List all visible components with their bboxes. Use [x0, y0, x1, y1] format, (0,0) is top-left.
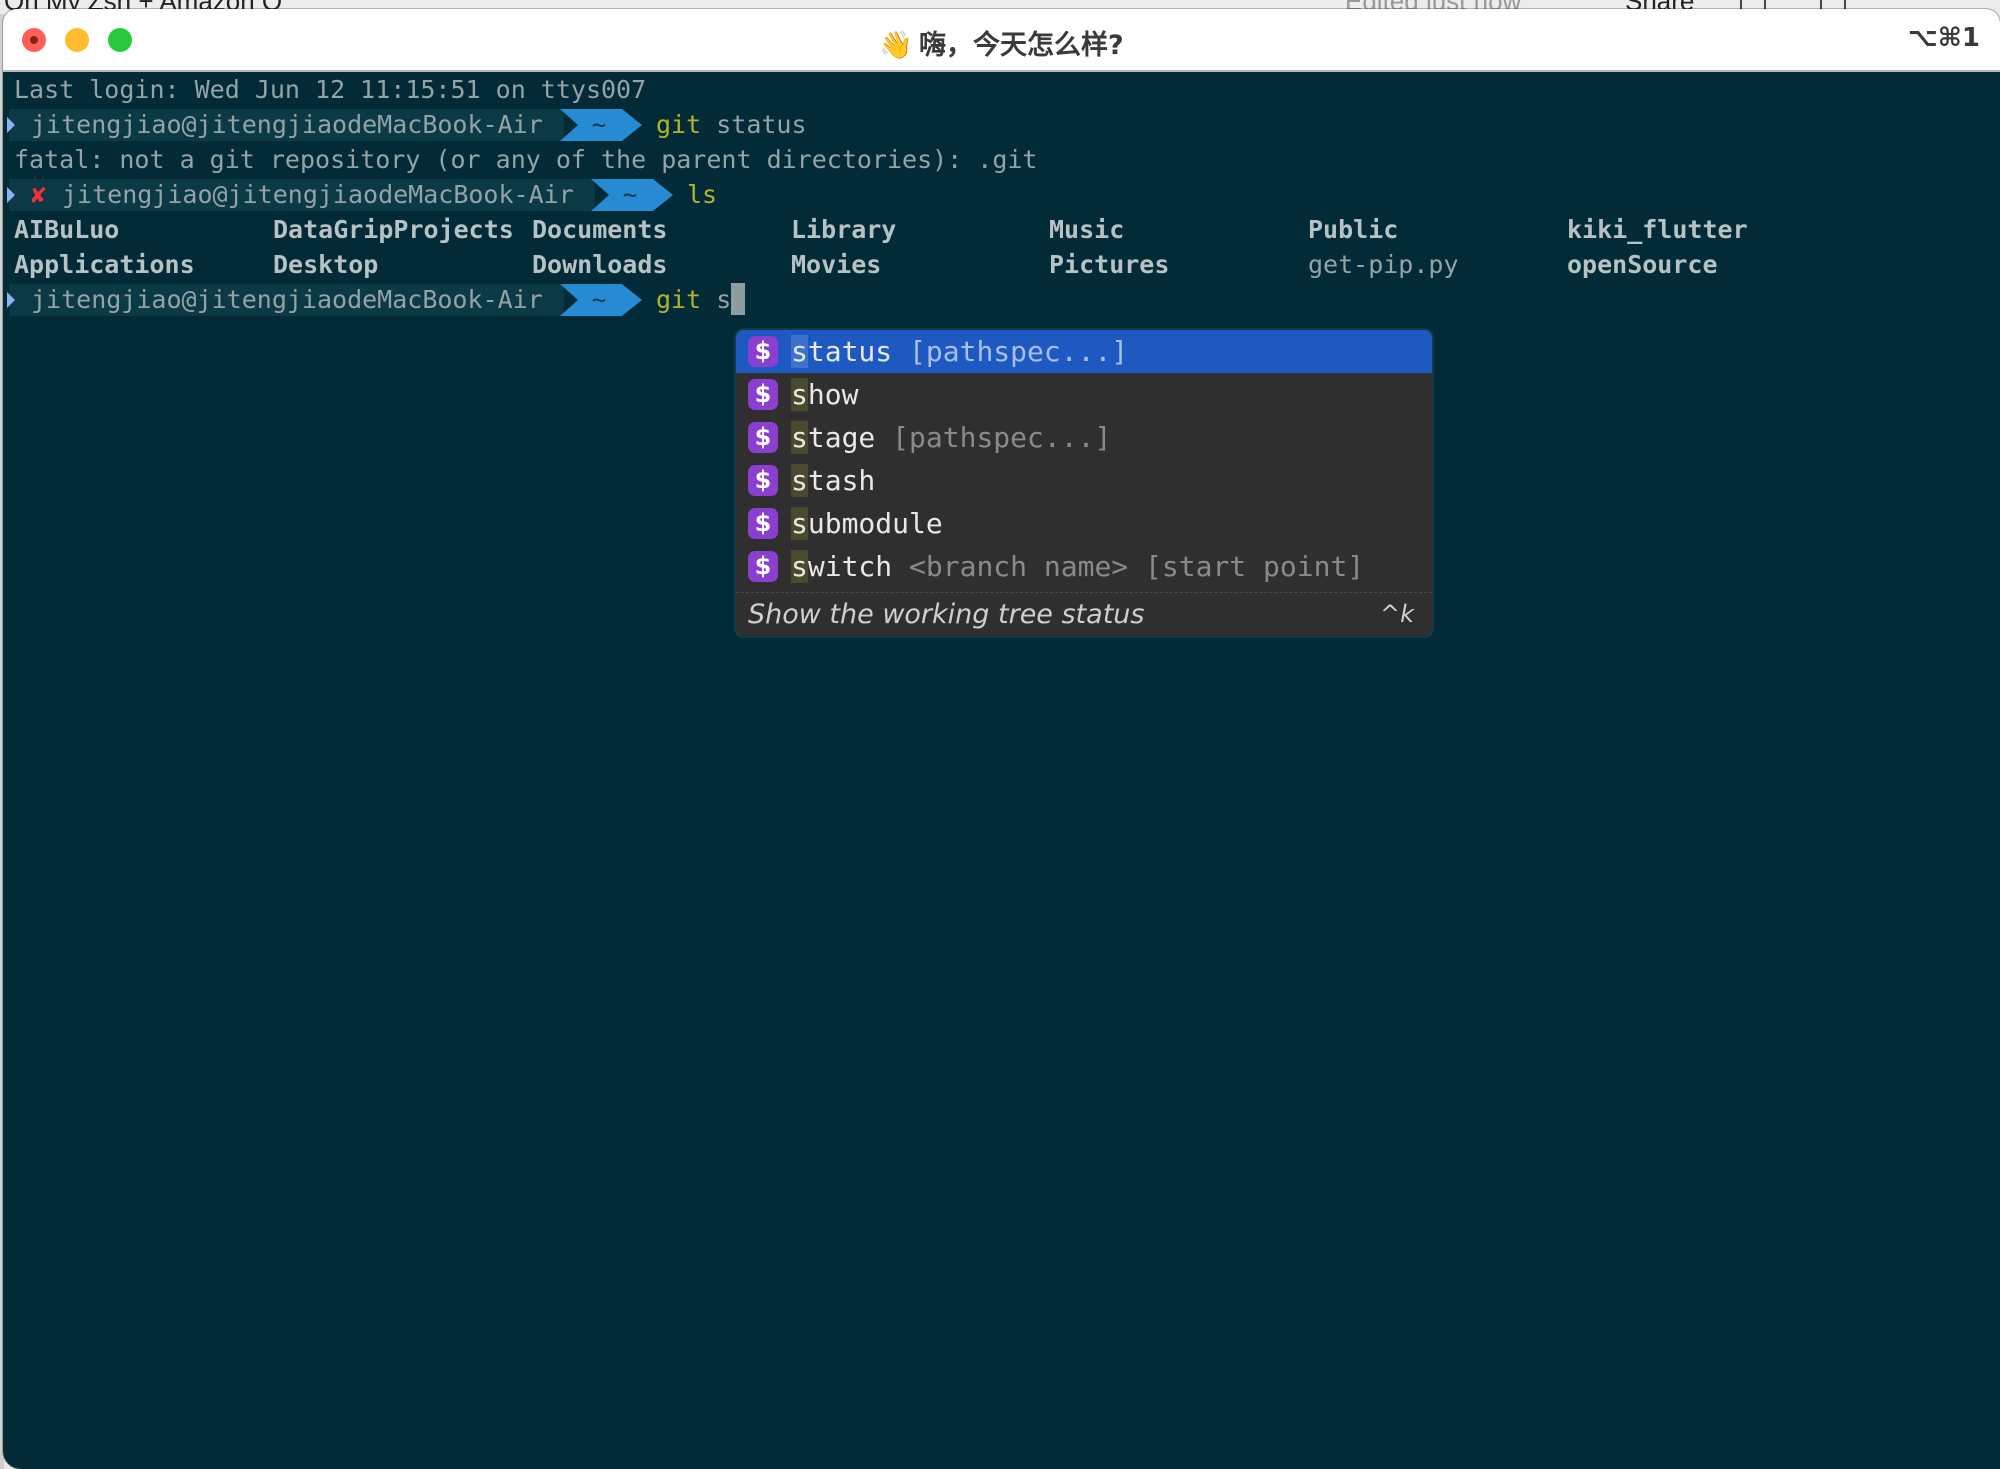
- prompt-marker-icon: [7, 292, 15, 308]
- suggestion-label: stage [pathspec...]: [791, 421, 1112, 454]
- command-dollar-icon: $: [748, 336, 778, 367]
- command-dollar-icon: $: [748, 422, 778, 453]
- prompt-dir-segment: ~: [591, 179, 673, 211]
- suggestion-stage[interactable]: $ stage [pathspec...]: [736, 416, 1432, 459]
- ls-entry: Movies: [791, 250, 882, 279]
- ls-entry: Pictures: [1049, 250, 1170, 279]
- command-name: ls: [687, 180, 718, 209]
- command-dollar-icon: $: [748, 465, 778, 496]
- command-dollar-icon: $: [748, 508, 778, 539]
- prompt-dir-segment: ~: [560, 109, 642, 141]
- suggestion-description: Show the working tree status: [748, 599, 1145, 630]
- command-name: git: [656, 110, 702, 139]
- command-args: s: [716, 285, 732, 314]
- suggestion-switch[interactable]: $ switch <branch name> [start point]: [736, 545, 1432, 588]
- error-x-icon: ✘: [31, 180, 47, 209]
- prompt-dir: ~: [591, 286, 607, 314]
- suggestion-label: stash: [791, 464, 876, 497]
- ls-entry: Desktop: [273, 250, 379, 279]
- suggestion-label: show: [791, 378, 859, 411]
- ls-entry-file: get-pip.py: [1308, 250, 1459, 279]
- suggestion-params: [pathspec...]: [909, 335, 1129, 368]
- prompt-command: git status: [656, 107, 807, 142]
- suggestion-label: switch <branch name> [start point]: [791, 550, 1365, 583]
- window-title: 👋 嗨，今天怎么样?: [3, 23, 2000, 62]
- suggestion-params: [pathspec...]: [892, 421, 1112, 454]
- command-name: git: [656, 285, 702, 314]
- last-login-line: Last login: Wed Jun 12 11:15:51 on ttys0…: [14, 75, 647, 104]
- suggestion-label: submodule: [791, 507, 943, 540]
- prompt-command: ls: [687, 177, 717, 212]
- ls-entry: Documents: [532, 215, 668, 244]
- window-shortcut: ⌥⌘1: [1907, 23, 1980, 53]
- prompt-dir-segment: ~: [560, 284, 642, 316]
- terminal-window: 👋 嗨，今天怎么样? ⌥⌘1 Last login: Wed Jun 12 11:…: [3, 9, 2000, 1469]
- ls-entry: AIBuLuo: [14, 215, 120, 244]
- window-title-text: 嗨，今天怎么样?: [918, 30, 1124, 61]
- prompt-dir: ~: [591, 111, 607, 139]
- command-args: status: [716, 110, 807, 139]
- prompt-marker-icon: [7, 117, 15, 133]
- error-output: fatal: not a git repository (or any of t…: [14, 145, 1038, 174]
- suggestion-status[interactable]: $ status [pathspec...]: [736, 330, 1432, 373]
- prompt-marker-icon: [7, 187, 15, 203]
- ls-entry: Applications: [14, 250, 195, 279]
- command-dollar-icon: $: [748, 551, 778, 582]
- suggestion-label: status [pathspec...]: [791, 335, 1129, 368]
- ls-entry: Downloads: [532, 250, 668, 279]
- prompt-dir: ~: [622, 181, 638, 209]
- ls-entry: DataGripProjects: [273, 215, 514, 244]
- terminal-body[interactable]: Last login: Wed Jun 12 11:15:51 on ttys0…: [3, 72, 2000, 1469]
- prompt-user-host: jitengjiao@jitengjiaodeMacBook-Air: [62, 180, 574, 209]
- suggestion-show[interactable]: $ show: [736, 373, 1432, 416]
- ls-entry: Public: [1308, 215, 1399, 244]
- ls-entry: Library: [791, 215, 897, 244]
- suggestion-submodule[interactable]: $ submodule: [736, 502, 1432, 545]
- suggestion-params: <branch name> [start point]: [909, 550, 1365, 583]
- prompt-user-host: jitengjiao@jitengjiaodeMacBook-Air: [31, 285, 543, 314]
- ls-entry: Music: [1049, 215, 1125, 244]
- waving-hand-icon: 👋: [879, 30, 913, 61]
- keybinding-hint: ^k: [1379, 600, 1414, 628]
- command-input[interactable]: git s: [656, 282, 746, 317]
- command-dollar-icon: $: [748, 379, 778, 410]
- title-bar: 👋 嗨，今天怎么样? ⌥⌘1: [3, 9, 2000, 72]
- autocomplete-popup: $ status [pathspec...] $ show $ stage [p…: [736, 330, 1432, 636]
- prompt-user-host: jitengjiao@jitengjiaodeMacBook-Air: [31, 110, 543, 139]
- ls-entry: kiki_flutter: [1567, 215, 1748, 244]
- suggestion-stash[interactable]: $ stash: [736, 459, 1432, 502]
- text-cursor: [731, 283, 746, 315]
- ls-entry: openSource: [1567, 250, 1718, 279]
